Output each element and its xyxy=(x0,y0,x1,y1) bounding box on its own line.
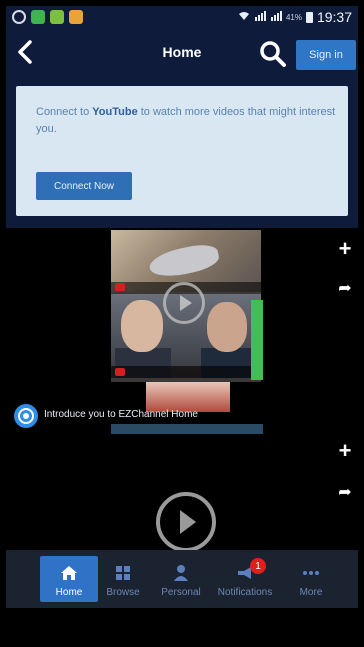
video-thumbnail[interactable] xyxy=(111,230,261,382)
nav-personal[interactable]: Personal xyxy=(152,556,210,602)
nav-more-label: More xyxy=(299,587,323,598)
battery-percent: 41% xyxy=(285,12,302,22)
nav-notifications-label: Notifications xyxy=(217,587,273,598)
youtube-logo-icon xyxy=(115,283,125,291)
connect-banner: Connect to YouTube to watch more videos … xyxy=(16,86,348,216)
intro-progress-bar xyxy=(111,424,263,434)
banner-message: Connect to YouTube to watch more videos … xyxy=(36,104,336,138)
status-icons-right: 41% 19:37 xyxy=(238,9,352,25)
thumbnail-person-face xyxy=(207,302,247,352)
app-notification-icon xyxy=(31,10,45,24)
nav-browse[interactable]: Browse xyxy=(94,556,152,602)
notification-badge: 1 xyxy=(250,558,266,574)
side-tab[interactable] xyxy=(251,300,263,380)
youtube-logo-icon xyxy=(115,368,125,376)
clock-icon xyxy=(12,10,26,24)
nav-home-label: Home xyxy=(55,587,83,598)
banner-area: Connect to YouTube to watch more videos … xyxy=(6,76,358,228)
sign-in-button[interactable]: Sign in xyxy=(296,40,356,70)
nav-browse-label: Browse xyxy=(106,587,140,598)
signal-icon xyxy=(254,10,266,25)
thumbnail-person-face xyxy=(121,300,163,352)
nav-home[interactable]: Home xyxy=(40,556,98,602)
add-icon[interactable]: + xyxy=(336,238,354,260)
phone-screen: 41% 19:37 Home Sign in Connect to YouTub… xyxy=(6,6,358,641)
add-icon[interactable]: + xyxy=(336,440,354,462)
status-time: 19:37 xyxy=(316,9,352,25)
status-icons-left xyxy=(12,10,83,24)
play-icon[interactable] xyxy=(156,492,216,552)
nav-more[interactable]: More xyxy=(282,556,340,602)
banner-brand: YouTube xyxy=(92,106,138,118)
signal-icon xyxy=(270,10,282,25)
banner-text-prefix: Connect to xyxy=(36,106,93,118)
video-thumbnail-strip xyxy=(146,382,230,412)
nav-notifications[interactable]: Notifications 1 xyxy=(210,556,280,602)
nav-personal-label: Personal xyxy=(161,587,201,598)
search-icon[interactable] xyxy=(258,39,288,69)
app-header: Home Sign in xyxy=(6,30,358,76)
person-icon xyxy=(174,565,188,581)
battery-icon xyxy=(305,11,313,23)
app-notification-icon xyxy=(50,10,64,24)
ezchannel-logo-icon xyxy=(14,404,38,428)
intro-label: Introduce you to EZChannel Home xyxy=(44,409,198,420)
bottom-navigation: Home Browse Personal Notifications 1 Mor… xyxy=(6,550,358,608)
grid-icon xyxy=(116,566,130,580)
feed-content: Introduce you to EZChannel Home + ➦ + ➦ xyxy=(6,228,358,552)
share-icon[interactable]: ➦ xyxy=(336,484,354,502)
more-icon xyxy=(303,571,319,575)
wifi-icon xyxy=(238,10,250,25)
status-bar: 41% 19:37 xyxy=(6,6,358,30)
thumbnail-caption-bar xyxy=(111,366,261,378)
system-nav-area xyxy=(6,608,358,641)
connect-now-button[interactable]: Connect Now xyxy=(36,172,132,200)
app-notification-icon xyxy=(69,10,83,24)
play-icon[interactable] xyxy=(163,282,205,324)
home-icon xyxy=(61,566,77,580)
share-icon[interactable]: ➦ xyxy=(336,280,354,298)
